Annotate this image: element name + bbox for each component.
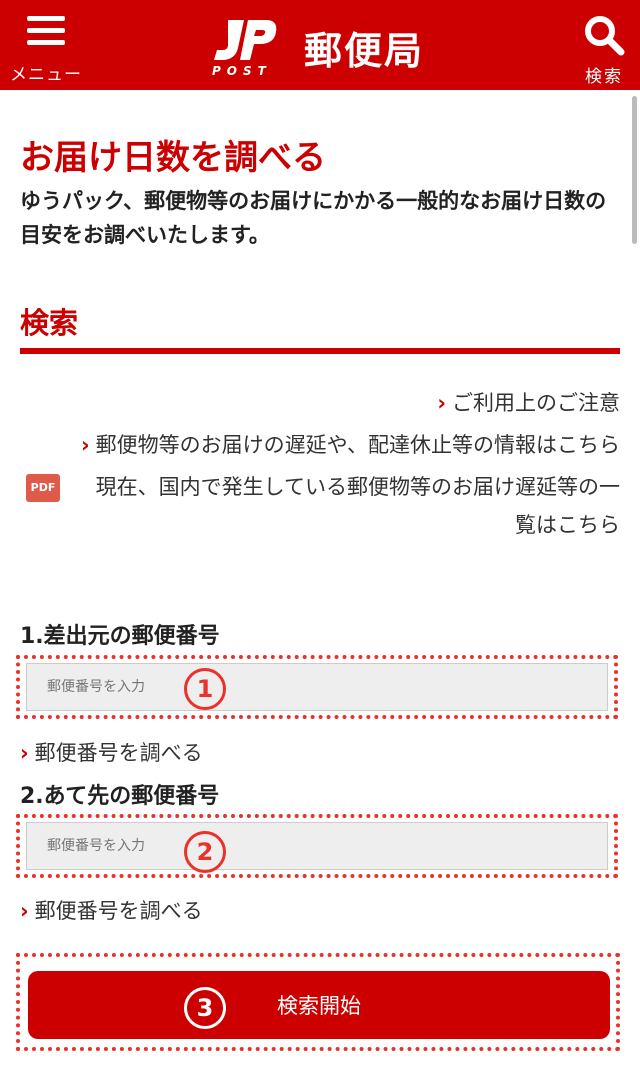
pdf-icon: PDF: [26, 474, 60, 502]
page-description: ゆうパック、郵便物等のお届けにかかる一般的なお届け日数の目安をお調べいたします。: [20, 189, 607, 247]
japan-post-logo[interactable]: POST 郵便局: [210, 18, 450, 80]
origin-postcode-lookup-link[interactable]: › 郵便番号を調べる: [20, 737, 203, 767]
annotation-number-3: 3: [184, 987, 226, 1029]
menu-button[interactable]: メニュー: [6, 16, 86, 86]
dest-postcode-lookup-link[interactable]: › 郵便番号を調べる: [20, 895, 203, 925]
hamburger-icon: [27, 16, 65, 46]
origin-postcode-highlight: 1: [16, 655, 618, 719]
annotation-number-2: 2: [184, 831, 226, 873]
dest-lookup-text: 郵便番号を調べる: [34, 899, 203, 923]
chevron-right-icon: ›: [80, 433, 90, 457]
search-button[interactable]: 検索: [574, 14, 634, 87]
page-title: お届け日数を調べる: [20, 138, 326, 178]
menu-label: メニュー: [10, 65, 82, 85]
info-links: › ご利用上のご注意 › 郵便物等のお届けの遅延や、配達休止等の情報はこちら PDF…: [20, 384, 620, 548]
origin-postcode-label: 1.差出元の郵便番号: [20, 624, 220, 649]
submit-highlight: 検索開始 3: [16, 953, 620, 1051]
notice-link[interactable]: › ご利用上のご注意: [20, 384, 620, 422]
chevron-right-icon: ›: [20, 741, 29, 765]
dest-postcode-input[interactable]: [26, 822, 608, 870]
section-title: 検索: [20, 306, 79, 340]
section-divider: [20, 348, 620, 354]
search-label: 検索: [585, 67, 623, 87]
chevron-right-icon: ›: [437, 391, 446, 415]
delay-info-link[interactable]: › 郵便物等のお届けの遅延や、配達休止等の情報はこちら: [20, 426, 620, 464]
logo-post-text: POST: [212, 64, 272, 78]
logo-name-text: 郵便局: [304, 29, 425, 73]
jp-logo-icon: [214, 20, 277, 60]
scrollbar[interactable]: [632, 96, 637, 244]
domestic-delay-pdf-link[interactable]: PDF 現在、国内で発生している郵便物等のお届け遅延等の一覧はこちら: [20, 468, 620, 544]
delay-info-link-text: 郵便物等のお届けの遅延や、配達休止等の情報はこちら: [95, 433, 620, 457]
domestic-delay-link-text: 現在、国内で発生している郵便物等のお届け遅延等の一覧はこちら: [95, 475, 620, 537]
dest-postcode-highlight: 2: [16, 814, 618, 878]
origin-lookup-text: 郵便番号を調べる: [34, 741, 203, 765]
notice-link-text: ご利用上のご注意: [452, 391, 620, 415]
annotation-number-1: 1: [184, 668, 226, 710]
origin-postcode-input[interactable]: [26, 663, 608, 711]
app-header: メニュー POST 郵便局 検索: [0, 0, 640, 90]
chevron-right-icon: ›: [20, 899, 29, 923]
dest-postcode-label: 2.あて先の郵便番号: [20, 784, 220, 809]
search-start-button[interactable]: 検索開始: [28, 971, 610, 1039]
search-icon: [585, 16, 625, 56]
